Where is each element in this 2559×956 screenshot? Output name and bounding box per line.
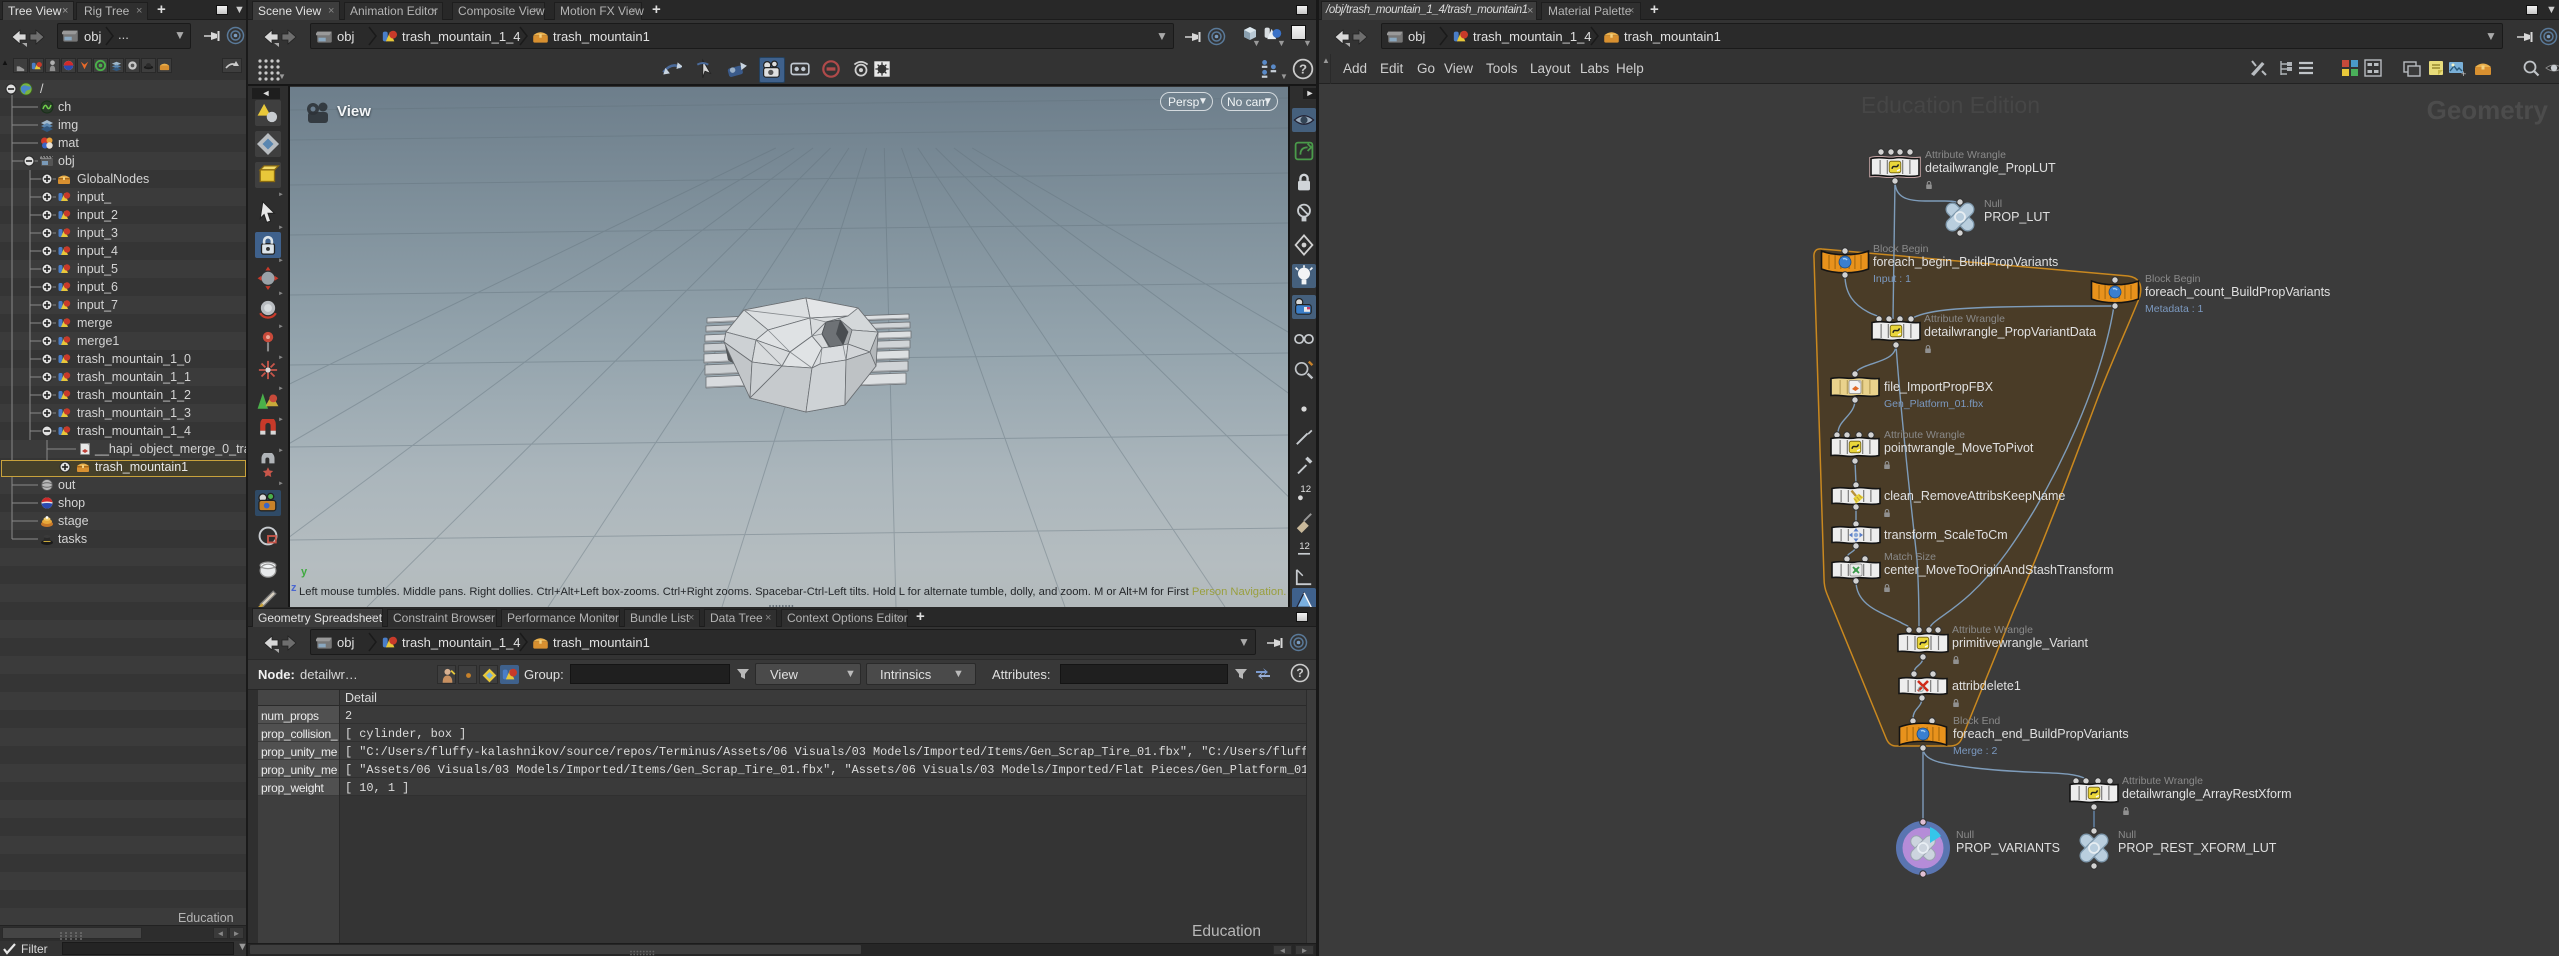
svg-text:file_ImportPropFBX: file_ImportPropFBX xyxy=(1884,380,1994,394)
svg-text:Education Edition: Education Edition xyxy=(1861,92,2040,118)
svg-text:foreach_end_BuildPropVariants: foreach_end_BuildPropVariants xyxy=(1953,727,2129,741)
svg-text:Input : 1: Input : 1 xyxy=(1873,273,1911,285)
svg-text:PROP_LUT: PROP_LUT xyxy=(1984,210,2050,224)
svg-text:Gen_Platform_01.fbx: Gen_Platform_01.fbx xyxy=(1884,398,1984,410)
svg-text:Attribute Wrangle: Attribute Wrangle xyxy=(1924,313,2005,325)
svg-text:Attribute Wrangle: Attribute Wrangle xyxy=(1952,624,2033,636)
svg-text:foreach_begin_BuildPropVariant: foreach_begin_BuildPropVariants xyxy=(1873,255,2058,269)
svg-text:clean_RemoveAttribsKeepName: clean_RemoveAttribsKeepName xyxy=(1884,489,2065,503)
svg-text:attribdelete1: attribdelete1 xyxy=(1952,679,2021,693)
svg-text:PROP_REST_XFORM_LUT: PROP_REST_XFORM_LUT xyxy=(2118,841,2277,855)
svg-text:Attribute Wrangle: Attribute Wrangle xyxy=(1884,429,1965,441)
svg-text:12: 12 xyxy=(1299,541,1310,552)
svg-text:Merge : 2: Merge : 2 xyxy=(1953,745,1998,757)
svg-text:Attribute Wrangle: Attribute Wrangle xyxy=(1925,149,2006,161)
svg-text:PROP_VARIANTS: PROP_VARIANTS xyxy=(1956,841,2060,855)
svg-text:Null: Null xyxy=(1956,829,1974,841)
svg-text:Match Size: Match Size xyxy=(1884,551,1936,563)
svg-text:foreach_count_BuildPropVariant: foreach_count_BuildPropVariants xyxy=(2145,285,2330,299)
svg-text:12: 12 xyxy=(1300,484,1311,495)
svg-text:Null: Null xyxy=(2118,829,2136,841)
svg-text:Block End: Block End xyxy=(1953,715,2000,727)
svg-text:Metadata : 1: Metadata : 1 xyxy=(2145,303,2204,315)
svg-text:?: ? xyxy=(1296,666,1303,680)
svg-text:+: + xyxy=(2461,69,2466,78)
svg-text:Block Begin: Block Begin xyxy=(1873,243,1929,255)
svg-text:?: ? xyxy=(1299,61,1307,76)
svg-text:Geometry: Geometry xyxy=(2427,95,2549,125)
svg-text:detailwrangle_PropVariantData: detailwrangle_PropVariantData xyxy=(1924,325,2096,339)
svg-text:pointwrangle_MoveToPivot: pointwrangle_MoveToPivot xyxy=(1884,441,2034,455)
svg-text:Block Begin: Block Begin xyxy=(2145,273,2201,285)
svg-text:transform_ScaleToCm: transform_ScaleToCm xyxy=(1884,528,2008,542)
svg-text:Attribute Wrangle: Attribute Wrangle xyxy=(2122,775,2203,787)
svg-text:detailwrangle_ArrayRestXform: detailwrangle_ArrayRestXform xyxy=(2122,787,2292,801)
svg-text:Null: Null xyxy=(1984,198,2002,210)
svg-text:primitivewrangle_Variant: primitivewrangle_Variant xyxy=(1952,636,2088,650)
svg-text:detailwrangle_PropLUT: detailwrangle_PropLUT xyxy=(1925,161,2056,175)
svg-text:center_MoveToOriginAndStashTra: center_MoveToOriginAndStashTransform xyxy=(1884,563,2114,577)
